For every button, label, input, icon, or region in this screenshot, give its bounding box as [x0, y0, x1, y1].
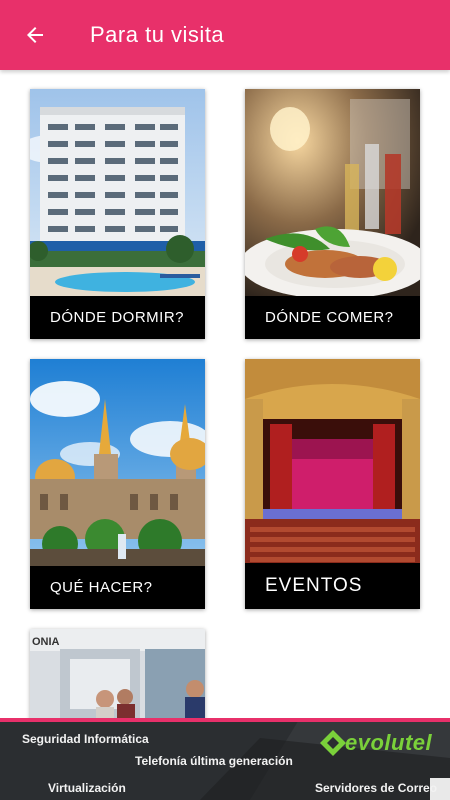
arrow-back-icon	[27, 27, 43, 43]
hotel-photo	[30, 89, 205, 296]
ad-accent-line	[0, 718, 450, 722]
svg-text:ONIA: ONIA	[32, 636, 60, 648]
ad-line-4: Servidores de Correo	[315, 781, 438, 795]
card-label: QUÉ HACER?	[30, 566, 205, 609]
back-button[interactable]	[0, 0, 70, 70]
page-title: Para tu visita	[90, 22, 225, 47]
cathedral-photo	[30, 359, 205, 566]
ad-line-3: Virtualización	[48, 781, 126, 795]
card-label: DÓNDE DORMIR?	[30, 296, 205, 339]
ad-line-1: Seguridad Informática	[22, 732, 149, 746]
card-que-hacer[interactable]: QUÉ HACER?	[30, 359, 205, 609]
food-photo	[245, 89, 420, 296]
card-label: EVENTOS	[245, 563, 420, 609]
ad-banner[interactable]: Seguridad Informática Telefonía última g…	[0, 718, 450, 800]
card-eventos[interactable]: EVENTOS	[245, 359, 420, 609]
card-donde-dormir[interactable]: DÓNDE DORMIR?	[30, 89, 205, 339]
app-bar: Para tu visita	[0, 0, 450, 70]
card-label: DÓNDE COMER?	[245, 296, 420, 339]
ad-line-2: Telefonía última generación	[135, 754, 293, 768]
theater-photo	[245, 359, 420, 566]
evolutel-logo-icon	[320, 730, 346, 756]
ad-brand-logo: evolutel	[345, 730, 433, 755]
card-donde-comer[interactable]: DÓNDE COMER?	[245, 89, 420, 339]
